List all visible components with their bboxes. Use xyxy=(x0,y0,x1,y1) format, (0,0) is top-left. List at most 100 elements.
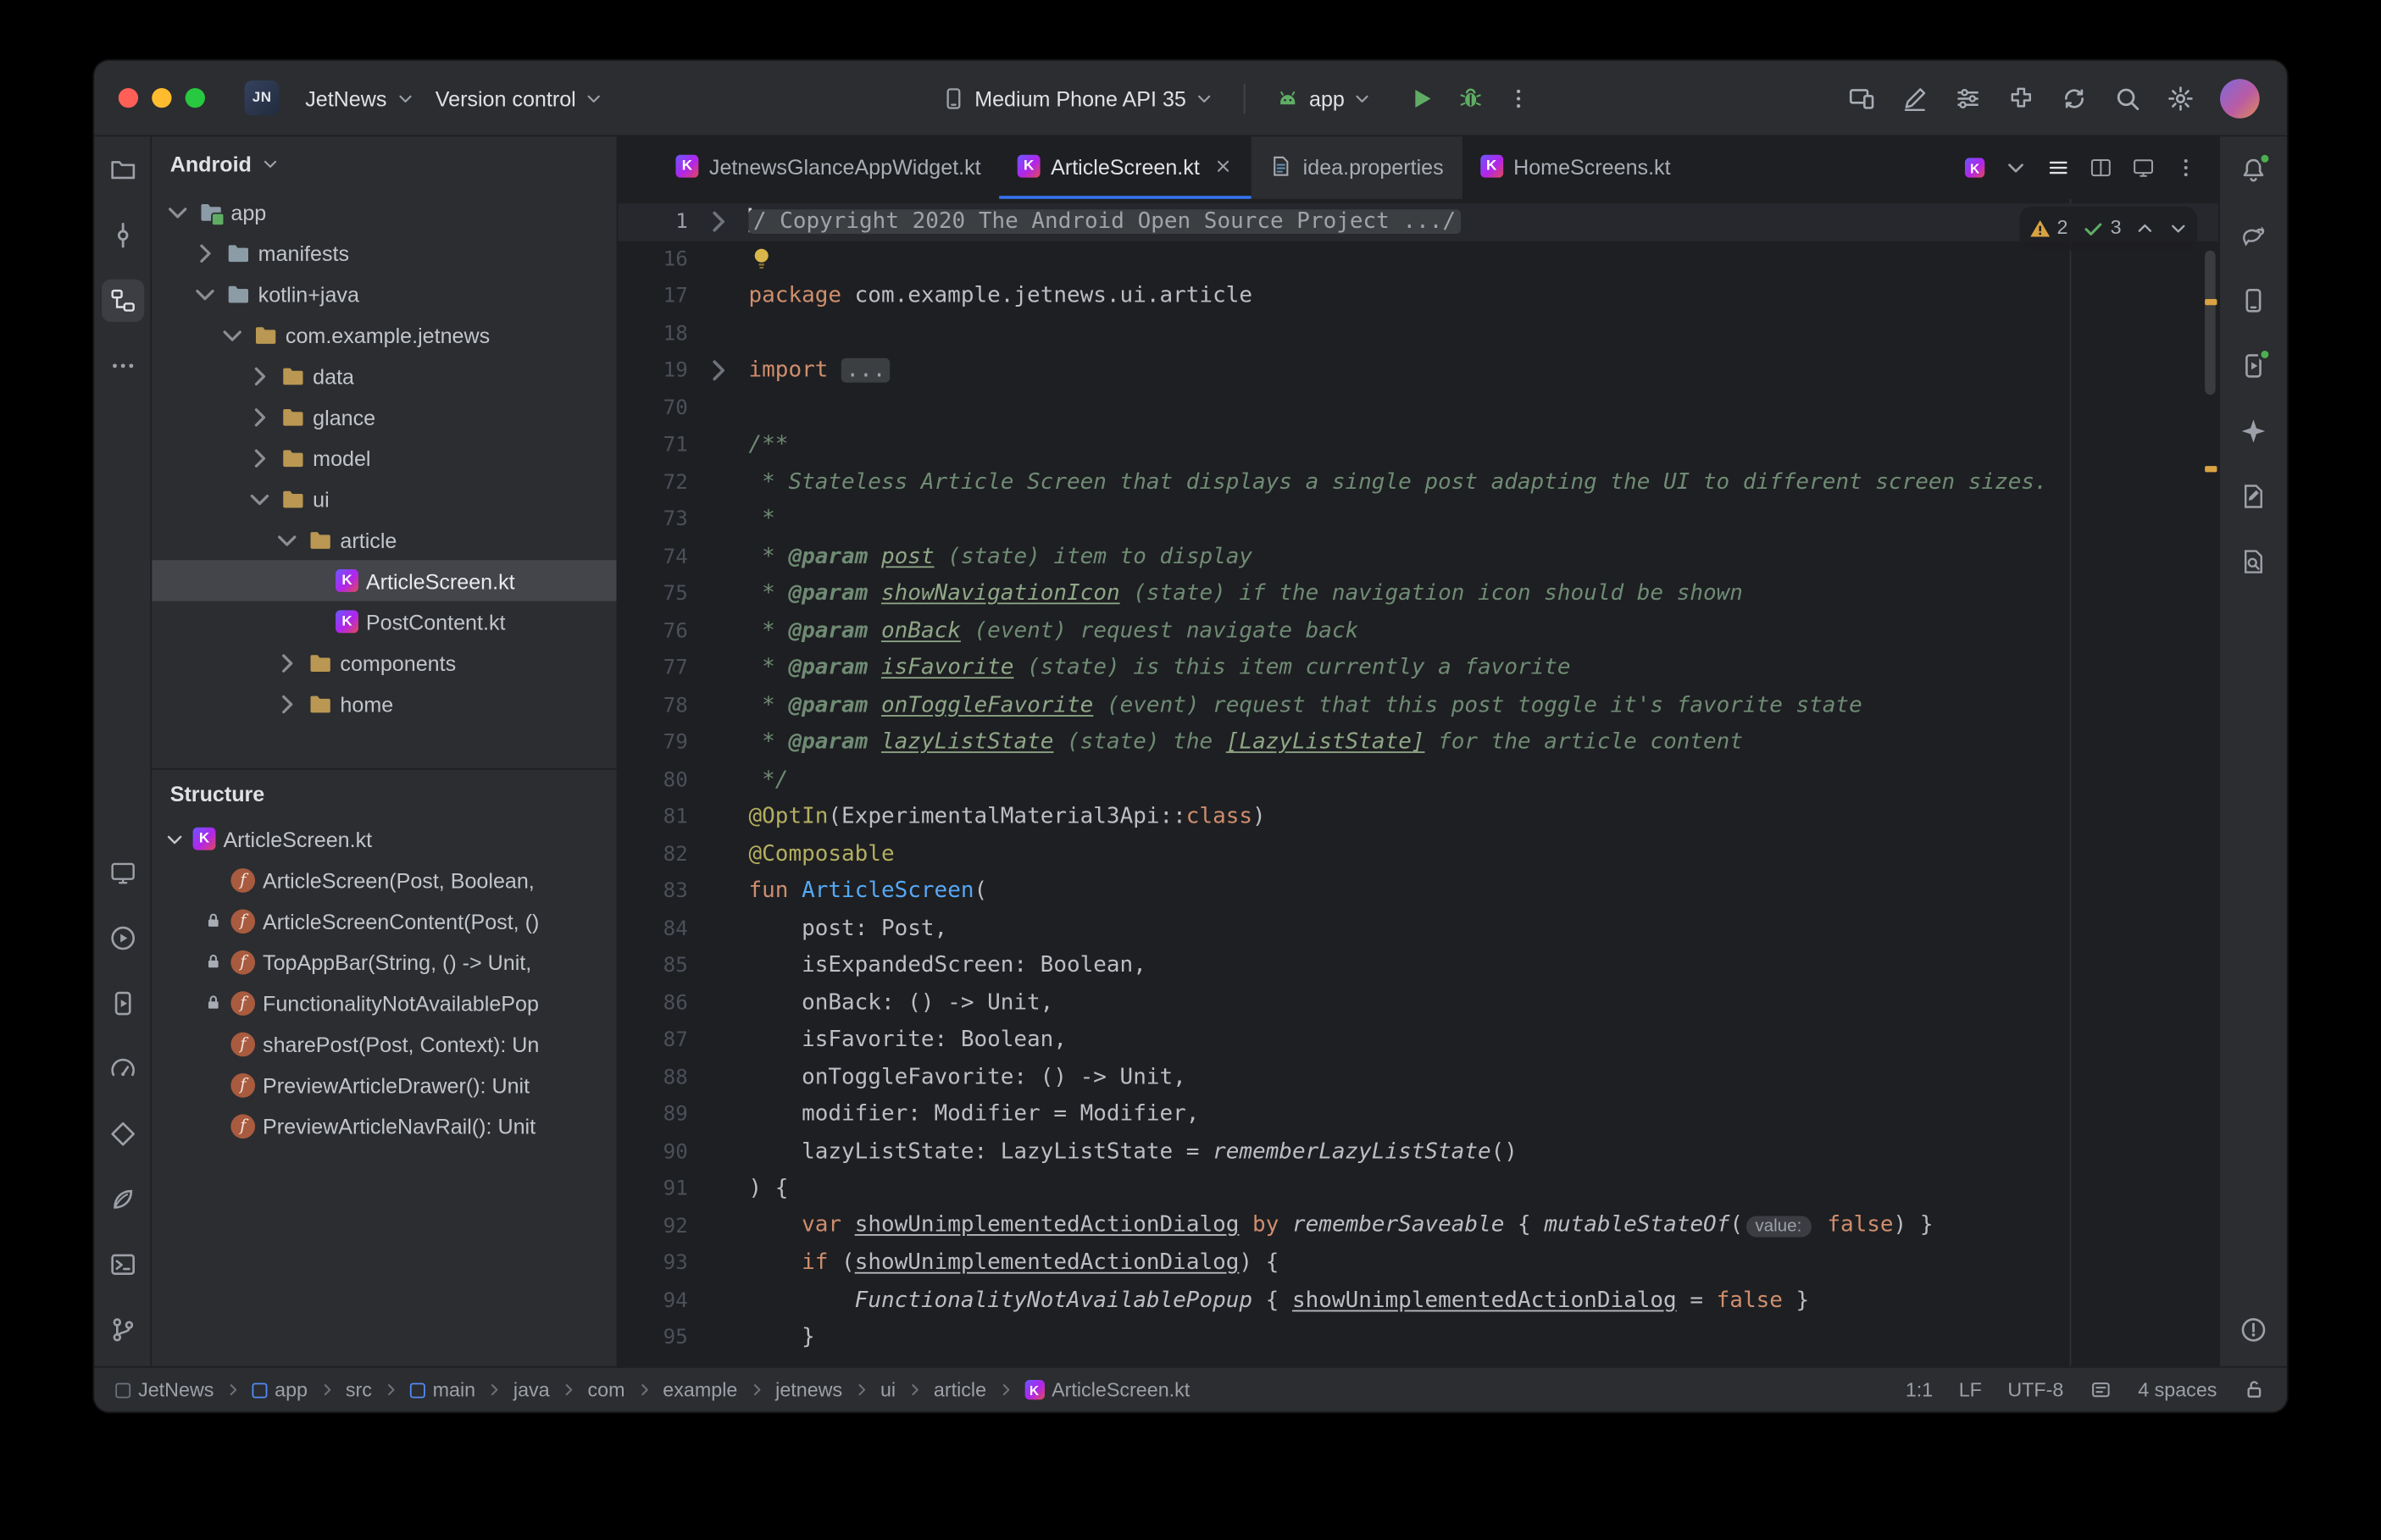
app-quality-insights-tool-button[interactable] xyxy=(101,1113,143,1155)
previous-problem-button[interactable] xyxy=(2135,219,2155,238)
tab-articlescreen-kt[interactable]: KArticleScreen.kt xyxy=(999,136,1252,198)
code-line-80[interactable]: 80 */ xyxy=(618,762,2218,799)
code-line-93[interactable]: 93 if (showUnimplementedActionDialog) { xyxy=(618,1245,2218,1282)
line-number[interactable]: 90 xyxy=(618,1133,702,1171)
breadcrumb-item-com[interactable]: com xyxy=(587,1378,624,1401)
line-number[interactable]: 74 xyxy=(618,538,702,575)
find-usages-tool-button[interactable] xyxy=(2232,540,2274,583)
minimize-window-button[interactable] xyxy=(152,88,171,108)
code-line-76[interactable]: 76 * @param onBack (event) request navig… xyxy=(618,612,2218,650)
run-tool-button[interactable] xyxy=(101,917,143,959)
code-line-89[interactable]: 89 modifier: Modifier = Modifier, xyxy=(618,1096,2218,1133)
file-dropdown-button[interactable] xyxy=(2005,157,2028,180)
warning-stripe-mark[interactable] xyxy=(2205,466,2217,471)
file-encoding[interactable]: UTF-8 xyxy=(2007,1378,2063,1401)
running-devices-tool-button[interactable] xyxy=(2232,345,2274,387)
tree-item-kotlin-java[interactable]: kotlin+java xyxy=(152,274,616,314)
breadcrumb-item-example[interactable]: example xyxy=(663,1378,737,1401)
line-number[interactable]: 70 xyxy=(618,390,702,427)
code-line-86[interactable]: 86 onBack: () -> Unit, xyxy=(618,984,2218,1022)
line-number[interactable]: 82 xyxy=(618,836,702,873)
editor-tabs-list-button[interactable] xyxy=(2047,157,2070,180)
code-line-88[interactable]: 88 onToggleFavorite: () -> Unit, xyxy=(618,1059,2218,1096)
line-number[interactable]: 73 xyxy=(618,501,702,538)
plugins-button[interactable] xyxy=(2007,84,2034,111)
code-line-79[interactable]: 79 * @param lazyListState (state) the [L… xyxy=(618,724,2218,762)
logcat-tool-button[interactable] xyxy=(101,851,143,894)
editor-more-button[interactable] xyxy=(2174,157,2197,180)
search-everywhere-button[interactable] xyxy=(2114,84,2141,111)
gradle-tool-button[interactable] xyxy=(2232,214,2274,257)
line-number[interactable]: 92 xyxy=(618,1208,702,1245)
warning-stripe-mark[interactable] xyxy=(2205,299,2217,304)
chevron-down-icon[interactable] xyxy=(191,280,219,307)
code-line-83[interactable]: 83fun ArticleScreen( xyxy=(618,872,2218,910)
chevron-down-icon[interactable] xyxy=(164,198,191,225)
zoom-window-button[interactable] xyxy=(186,88,205,108)
structure-tool-button[interactable] xyxy=(101,280,143,322)
line-number[interactable]: 83 xyxy=(618,872,702,910)
chevron-right-icon[interactable] xyxy=(246,444,273,471)
tree-item-model[interactable]: model xyxy=(152,437,616,478)
line-number[interactable]: 89 xyxy=(618,1096,702,1133)
line-number[interactable]: 79 xyxy=(618,724,702,762)
caret-position[interactable]: 1:1 xyxy=(1906,1378,1933,1401)
code-line-18[interactable]: 18 xyxy=(618,315,2218,352)
readonly-toggle-icon[interactable] xyxy=(2243,1378,2266,1401)
passed-indicator[interactable]: 3 xyxy=(2082,209,2122,247)
warnings-indicator[interactable]: 2 xyxy=(2028,209,2067,247)
breadcrumb-item-src[interactable]: src xyxy=(346,1378,372,1401)
device-mirroring-button[interactable] xyxy=(1848,84,1875,111)
run-button[interactable] xyxy=(1408,84,1435,111)
project-selector[interactable]: JetNews xyxy=(295,80,425,116)
breadcrumb-item-main[interactable]: main xyxy=(410,1378,475,1401)
sync-project-button[interactable] xyxy=(2061,84,2088,111)
code-line-87[interactable]: 87 isFavorite: Boolean, xyxy=(618,1022,2218,1059)
code-line-75[interactable]: 75 * @param showNavigationIcon (state) i… xyxy=(618,575,2218,612)
chevron-down-icon[interactable] xyxy=(219,321,246,348)
commit-tool-button[interactable] xyxy=(101,214,143,257)
code-line-92[interactable]: 92 var showUnimplementedActionDialog by … xyxy=(618,1208,2218,1245)
chevron-down-icon[interactable] xyxy=(164,828,186,850)
code-line-94[interactable]: 94 FunctionalityNotAvailablePopup { show… xyxy=(618,1282,2218,1319)
structure-item-articlescreencontent-post[interactable]: fArticleScreenContent(Post, () xyxy=(152,900,616,941)
code-line-73[interactable]: 73 * xyxy=(618,501,2218,538)
chevron-down-icon[interactable] xyxy=(274,526,301,553)
code-line-1[interactable]: 1/ Copyright 2020 The Android Open Sourc… xyxy=(618,203,2218,241)
line-number[interactable]: 71 xyxy=(618,427,702,464)
breadcrumb-item-ui[interactable]: ui xyxy=(880,1378,896,1401)
code-editor[interactable]: 1/ Copyright 2020 The Android Open Sourc… xyxy=(618,199,2218,1366)
breadcrumb-item-article[interactable]: article xyxy=(934,1378,986,1401)
line-number[interactable]: 1 xyxy=(618,203,702,241)
status-widget-icon[interactable] xyxy=(2090,1378,2112,1401)
fold-marker-icon[interactable] xyxy=(703,207,734,237)
line-number[interactable]: 93 xyxy=(618,1245,702,1282)
project-tool-button[interactable] xyxy=(101,149,143,191)
code-with-me-button[interactable] xyxy=(1901,84,1929,111)
code-line-71[interactable]: 71/** xyxy=(618,427,2218,464)
code-line-70[interactable]: 70 xyxy=(618,390,2218,427)
structure-item-functionalitynotavailablepop[interactable]: fFunctionalityNotAvailablePop xyxy=(152,982,616,1022)
tree-item-app[interactable]: app xyxy=(152,191,616,232)
chevron-right-icon[interactable] xyxy=(191,239,219,266)
tab-homescreens-kt[interactable]: KHomeScreens.kt xyxy=(1462,136,1689,198)
preview-layout-button[interactable] xyxy=(2132,157,2155,180)
line-number[interactable]: 91 xyxy=(618,1171,702,1208)
open-file-indicator[interactable]: K xyxy=(1965,158,1984,177)
indent-style[interactable]: 4 spaces xyxy=(2138,1378,2217,1401)
line-number[interactable]: 16 xyxy=(618,241,702,278)
fold-marker-icon[interactable] xyxy=(703,356,734,386)
build-variants-button[interactable] xyxy=(1954,84,1981,111)
code-line-95[interactable]: 95 } xyxy=(618,1319,2218,1356)
close-tab-icon[interactable] xyxy=(1213,157,1233,176)
tree-item-postcontent-kt[interactable]: KPostContent.kt xyxy=(152,601,616,642)
terminal-tool-button[interactable] xyxy=(101,1244,143,1286)
chevron-right-icon[interactable] xyxy=(246,403,273,430)
more-run-options-button[interactable] xyxy=(1507,86,1532,110)
code-line-77[interactable]: 77 * @param isFavorite (state) is this i… xyxy=(618,650,2218,687)
chevron-right-icon[interactable] xyxy=(274,649,301,676)
line-number[interactable]: 19 xyxy=(618,352,702,390)
line-number[interactable]: 18 xyxy=(618,315,702,352)
line-number[interactable]: 86 xyxy=(618,984,702,1022)
settings-button[interactable] xyxy=(2167,84,2194,111)
